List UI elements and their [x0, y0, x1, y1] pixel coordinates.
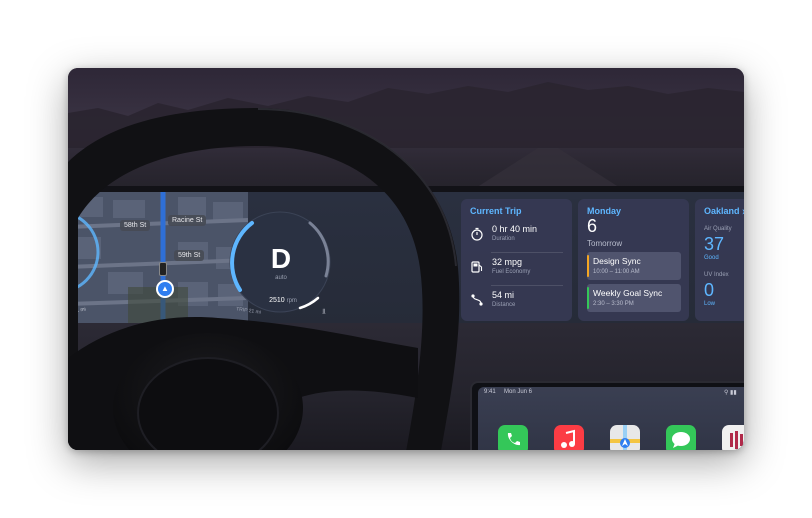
fuel-icon	[471, 261, 483, 273]
signal-icon: ⚲ ▮▮	[724, 390, 737, 396]
status-time: 9:41	[484, 389, 496, 395]
engine-temp-icon: ⫫	[322, 308, 326, 315]
treeline-silhouette	[68, 82, 744, 193]
rpm-unit: rpm	[286, 298, 297, 304]
status-date: Mon Jun 6	[504, 389, 533, 395]
center-console-screen[interactable]: 9:41 Mon Jun 6 ⚲ ▮▮	[470, 381, 744, 450]
divider	[491, 285, 563, 286]
maps-icon[interactable]	[610, 425, 640, 450]
gear-mode-label: auto	[275, 275, 287, 281]
calendar-tomorrow-label: Tomorrow	[587, 239, 623, 248]
trip-value: 0 hr 40 min	[492, 224, 538, 234]
air-quality-label: Air Quality	[704, 226, 732, 232]
street-label-racine: Racine St	[168, 215, 207, 226]
phone-icon[interactable]	[498, 425, 528, 450]
event-color-bar	[587, 287, 589, 309]
trip-label: Distance	[492, 302, 516, 308]
timer-icon	[471, 227, 483, 241]
weather-widget[interactable]: Oakland ➤ Air Quality 37 Good UV Index 0…	[695, 199, 744, 321]
trip-row-fuel: 32 mpg Fuel Economy	[470, 256, 566, 286]
route-icon	[471, 294, 483, 306]
trip-label: Fuel Economy	[492, 269, 531, 275]
calendar-event[interactable]: Weekly Goal Sync 2:30 – 3:30 PM	[587, 284, 681, 312]
navigation-arrow-icon: ▲	[156, 280, 174, 298]
widget-title: Current Trip	[470, 206, 522, 216]
music-icon[interactable]	[554, 425, 584, 450]
city-name: Oakland	[704, 206, 740, 216]
street-label-58th: 58th St	[120, 220, 151, 231]
podcasts-icon[interactable]	[722, 425, 744, 450]
event-color-bar	[587, 255, 589, 277]
gear-indicator: D	[270, 243, 292, 274]
messages-icon[interactable]	[666, 425, 696, 450]
trip-label: Duration	[492, 236, 515, 242]
trip-value: 54 mi	[492, 290, 515, 300]
uv-index-value: 0	[704, 280, 715, 300]
air-quality-status: Good	[704, 255, 719, 261]
event-time: 10:00 – 11:00 AM	[593, 269, 640, 275]
trip-row-duration: 0 hr 40 min Duration	[470, 223, 566, 253]
weather-city: Oakland ➤	[704, 206, 744, 216]
uv-index-label: UV Index	[704, 272, 729, 278]
divider	[491, 252, 563, 253]
event-title: Weekly Goal Sync	[593, 288, 663, 298]
calendar-day: Monday	[587, 206, 622, 216]
event-title: Design Sync	[593, 256, 641, 266]
air-quality-value: 37	[704, 234, 725, 254]
carplay-home: 9:41 Mon Jun 6 ⚲ ▮▮	[478, 387, 744, 450]
calendar-date: 6	[587, 216, 598, 236]
car-scene: 58th St Racine St 59th St ▲ TAL 11 mi D …	[68, 68, 744, 450]
calendar-event[interactable]: Design Sync 10:00 – 11:00 AM	[587, 252, 681, 280]
trip-row-distance: 54 mi Distance	[470, 289, 566, 319]
uv-index-status: Low	[704, 301, 716, 307]
current-trip-widget[interactable]: Current Trip 0 hr 40 min Duration 32 mpg…	[461, 199, 572, 321]
location-arrow-icon: ➤	[742, 209, 744, 216]
rpm-readout: 2510 rpm	[253, 297, 313, 304]
traffic-light-icon	[159, 262, 167, 276]
event-time: 2:30 – 3:30 PM	[593, 301, 634, 307]
rpm-value: 2510	[269, 297, 285, 304]
street-label-59th: 59th St	[174, 250, 205, 261]
calendar-widget[interactable]: Monday 6 Tomorrow Design Sync 10:00 – 11…	[578, 199, 689, 321]
trip-value: 32 mpg	[492, 257, 523, 267]
